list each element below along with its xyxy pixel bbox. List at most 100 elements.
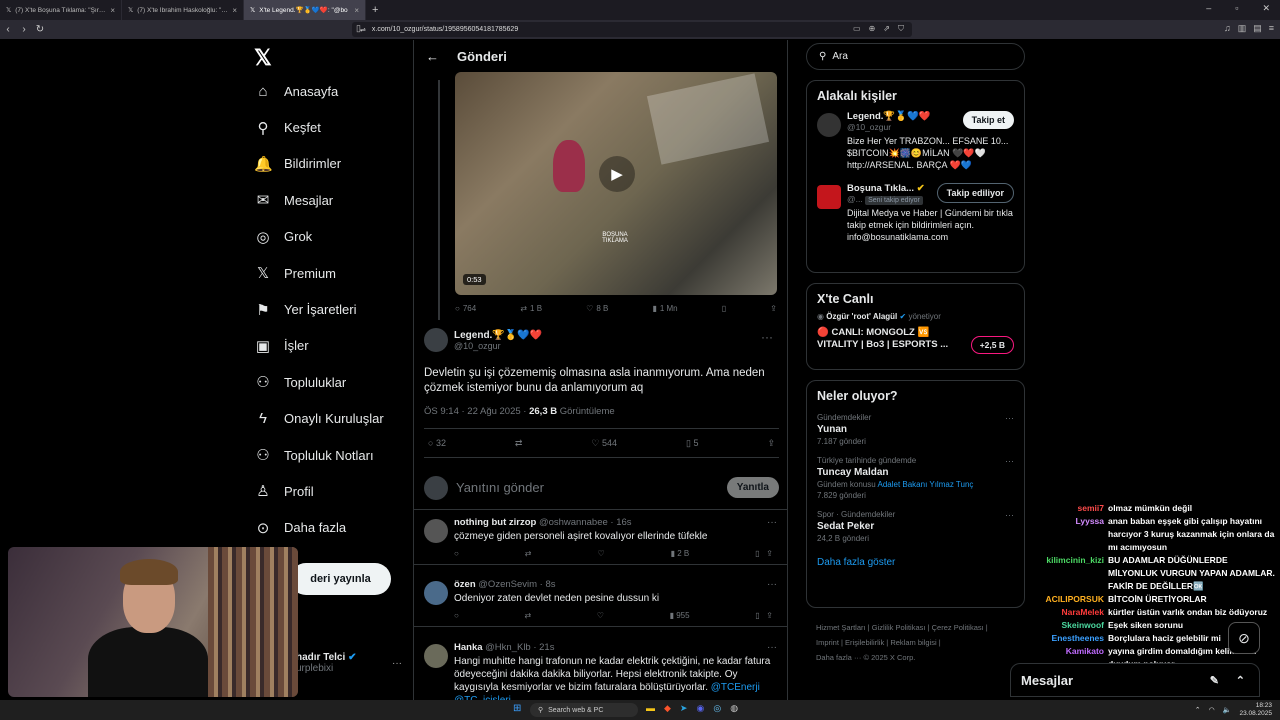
nav-item-more[interactable]: ⊙ Daha fazla — [250, 510, 410, 546]
nav-item-profile[interactable]: ♙ Profil — [250, 473, 410, 509]
share-button[interactable]: ⇪ — [767, 438, 775, 449]
live-title[interactable]: 🔴 CANLI: MONGOLZ 🆚 VITALITY | Bo3 | ESPO… — [817, 327, 957, 351]
author-handle[interactable]: @10_ozgur — [454, 341, 542, 351]
avatar[interactable] — [424, 328, 448, 352]
wifi-icon[interactable]: ◠ — [1209, 706, 1215, 714]
more-icon[interactable]: ··· — [1005, 510, 1014, 520]
repost-icon[interactable]: ⇄ — [524, 611, 531, 620]
reply-icon[interactable]: ○ — [454, 611, 459, 620]
more-icon[interactable]: ··· — [767, 517, 777, 528]
brave-browser-icon[interactable]: ◆ — [664, 703, 671, 714]
live-listeners-pill[interactable]: +2,5 B — [970, 336, 1014, 354]
reply-button[interactable]: ○ 32 — [428, 438, 446, 448]
views-metric[interactable]: ▮ 955 — [670, 611, 690, 620]
browser-tab-1[interactable]: 𝕏(7) X'te Boşuna Tıklama: "Şırnak'ta ka× — [0, 0, 122, 20]
x-logo-icon[interactable]: 𝕏 — [254, 45, 410, 73]
bookmark-button[interactable]: ▯ 5 — [686, 438, 698, 449]
avatar[interactable] — [424, 644, 448, 668]
video-player[interactable]: ▶ BOŞUNA TIKLAMA 0:53 — [455, 72, 777, 295]
compose-message-icon[interactable]: ✎ — [1210, 674, 1219, 687]
windows-start-icon[interactable]: ⊞ — [513, 703, 521, 714]
discord-icon[interactable]: ◉ — [696, 703, 704, 714]
trend-item[interactable]: Gündemdekiler Yunan 7.187 gönderi ··· — [817, 413, 1014, 446]
live-host[interactable]: ◉ Özgür 'root' Alagül ✔ yönetiyor — [817, 312, 1014, 321]
related-person[interactable]: Boşuna Tıkla... ✔ @... Seni takip ediyor… — [817, 183, 1014, 243]
extensions-icon[interactable]: ♫ — [1224, 23, 1231, 34]
avatar[interactable] — [817, 185, 841, 209]
maximize-icon[interactable]: ▫ — [1235, 3, 1238, 14]
heart-icon[interactable]: ♡ — [597, 549, 604, 558]
post-button[interactable]: deri yayınla — [290, 563, 391, 595]
account-switcher[interactable]: hadır Telci ✔ urplebixi ··· — [296, 652, 406, 674]
bookmark-metric[interactable]: ▯ — [722, 304, 726, 313]
bookmark-icon[interactable]: ▯ ⇪ — [755, 611, 773, 620]
more-icon[interactable]: ··· — [1005, 456, 1014, 466]
nav-item-bookmarks[interactable]: ⚑ Yer İşaretleri — [250, 291, 410, 327]
reply-input[interactable]: Yanıtını gönder — [456, 480, 719, 495]
expand-icon[interactable]: ⌃ — [1236, 674, 1245, 687]
repost-button[interactable]: ⇄ — [515, 438, 523, 449]
taskbar-search[interactable]: ⚲ Search web & PC — [530, 703, 638, 717]
new-tab-button[interactable]: + — [366, 4, 384, 16]
tray-chevron-icon[interactable]: ⌃ — [1195, 706, 1201, 714]
volume-icon[interactable]: 🔈 — [1223, 706, 1232, 714]
like-button[interactable]: ♡ 544 — [591, 438, 617, 449]
trend-item[interactable]: Spor · Gündemdekiler Sedat Peker 24,2 B … — [817, 510, 1014, 543]
nav-item-community-notes[interactable]: ⚇ Topluluk Notları — [250, 437, 410, 473]
browser-tab-2[interactable]: 𝕏(7) X'te İbrahim Haskoloğlu: "Şırnak'× — [122, 0, 244, 20]
browser-tab-3[interactable]: 𝕏 X'te Legend.🏆🥇💙❤️: "@bo × — [244, 0, 366, 20]
author-name[interactable]: Legend.🏆🥇💙❤️ — [454, 330, 542, 341]
following-button[interactable]: Takip ediliyor — [936, 183, 1014, 203]
wallet-icon[interactable]: ▤ — [1253, 23, 1262, 34]
close-window-icon[interactable]: ✕ — [1262, 3, 1270, 14]
views-metric[interactable]: ▮ 2 B — [671, 549, 690, 558]
obs-icon[interactable]: ◍ — [730, 703, 738, 714]
heart-icon[interactable]: ♡ — [597, 611, 604, 620]
forward-icon[interactable]: › — [16, 24, 32, 35]
repost-metric[interactable]: ⇄ 1 B — [520, 304, 542, 313]
nav-item-jobs[interactable]: ▣ İşler — [250, 328, 410, 364]
nav-item-explore[interactable]: ⚲ Keşfet — [250, 109, 410, 145]
reply-post[interactable]: nothing but zirzop @oshwannabee · 16s çö… — [414, 511, 787, 565]
back-arrow-icon[interactable]: ← — [426, 49, 439, 64]
related-person[interactable]: Legend.🏆🥇💙❤️ @10_ozgur Takip et Bize Her… — [817, 111, 1014, 171]
reader-icon[interactable]: ▭ — [853, 24, 861, 34]
nav-item-home[interactable]: ⌂ Anasayfa — [250, 73, 410, 109]
search-input[interactable]: ⚲ Ara — [806, 43, 1025, 70]
shield-icon[interactable]: ⛉ — [898, 24, 904, 34]
grok-icon[interactable]: ⊘ — [1228, 622, 1260, 654]
file-explorer-icon[interactable]: ▬ — [646, 703, 655, 714]
more-icon[interactable]: ··· — [761, 330, 773, 344]
taskbar-clock[interactable]: 18:23 23.08.2025 — [1239, 702, 1272, 718]
nav-item-grok[interactable]: ◎ Grok — [250, 219, 410, 255]
play-icon[interactable]: ▶ — [599, 156, 635, 192]
url-bar[interactable]: ⇌ x.com/10_ozgur/status/1958956054181785… — [352, 22, 912, 37]
share-icon[interactable]: ⇗ — [883, 24, 890, 34]
reply-submit-button[interactable]: Yanıtla — [726, 477, 779, 498]
reply-icon[interactable]: ○ — [454, 549, 459, 558]
close-tab-icon[interactable]: × — [110, 6, 115, 15]
minimize-icon[interactable]: – — [1206, 3, 1211, 14]
bookmark-page-icon[interactable]: ▯ — [356, 23, 361, 34]
reply-metric[interactable]: ○ 764 — [455, 304, 476, 313]
show-more-link[interactable]: Daha fazla göster — [817, 557, 1014, 568]
nav-item-premium[interactable]: 𝕏 Premium — [250, 255, 410, 291]
menu-icon[interactable]: ≡ — [1269, 23, 1274, 34]
nav-item-notifications[interactable]: 🔔 Bildirimler — [250, 146, 410, 182]
follow-button[interactable]: Takip et — [962, 111, 1014, 129]
bookmark-icon[interactable]: ▯ ⇪ — [755, 549, 773, 558]
repost-icon[interactable]: ⇄ — [525, 549, 532, 558]
reply-post[interactable]: Hanka @Hkn_Klb · 21s Hangi muhitte hangi… — [414, 636, 787, 700]
more-icon[interactable]: ··· — [1005, 413, 1014, 423]
nav-item-communities[interactable]: ⚇ Topluluklar — [250, 364, 410, 400]
more-icon[interactable]: ··· — [767, 642, 777, 653]
avatar[interactable] — [424, 519, 448, 543]
messages-drawer[interactable]: Mesajlar ✎ ⌃ — [1010, 663, 1260, 697]
reply-post[interactable]: özen @OzenSevim · 8s Odeniyor zaten devl… — [414, 573, 787, 627]
sidebar-icon[interactable]: ▥ — [1238, 23, 1247, 34]
more-icon[interactable]: ··· — [392, 658, 402, 669]
nav-item-messages[interactable]: ✉ Mesajlar — [250, 182, 410, 218]
avatar[interactable] — [817, 113, 841, 137]
trend-item[interactable]: Türkiye tarihinde gündemde Tuncay Maldan… — [817, 456, 1014, 500]
reload-icon[interactable]: ↻ — [32, 24, 48, 35]
